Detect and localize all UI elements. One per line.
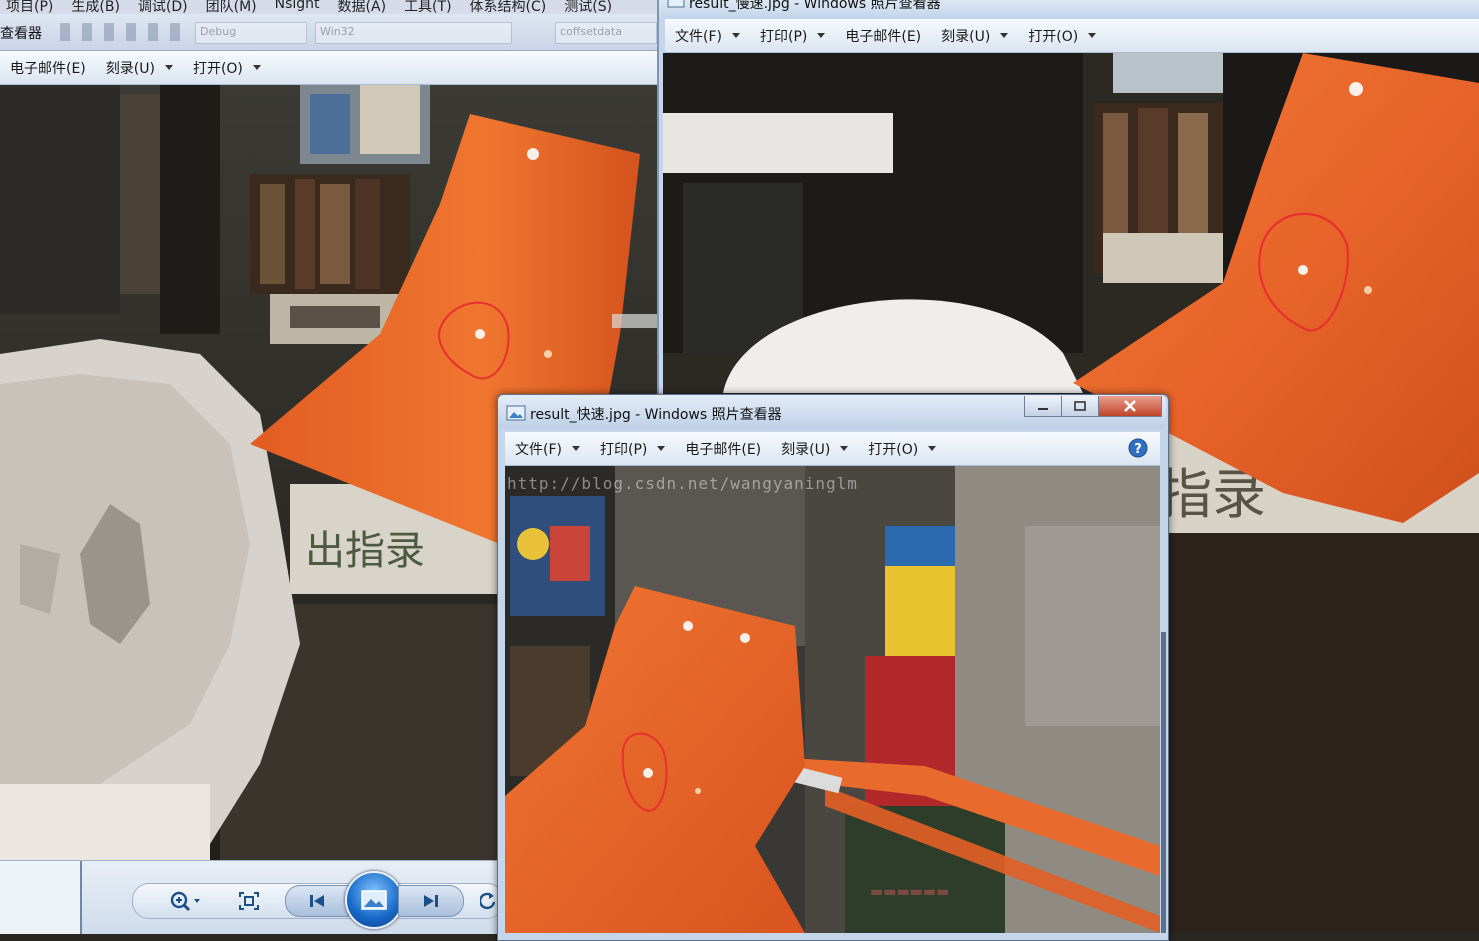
chevron-down-icon <box>840 446 849 451</box>
right-viewer-menu-item[interactable]: 电子邮件(E) <box>835 19 931 52</box>
vs-extra-field[interactable]: coffsetdata <box>555 22 657 44</box>
chevron-down-icon <box>571 446 580 451</box>
front-photo-canvas: ▬▬▬▬▬▬ http://blog.csdn.net/wangyaninglm <box>505 466 1160 933</box>
front-viewer-menu-item[interactable]: 电子邮件(E) <box>675 432 771 465</box>
chevron-down-icon <box>164 65 173 70</box>
slideshow-icon <box>361 890 387 910</box>
vs-menu-item[interactable]: 生成(B) <box>71 0 120 14</box>
front-viewer-menu-label: 打开(O) <box>868 441 919 458</box>
left-viewer-menu-item[interactable]: 电子邮件(E) <box>0 51 96 84</box>
maximize-icon <box>1074 401 1086 411</box>
front-viewer-menu-label: 打印(P) <box>599 441 648 458</box>
front-viewer-menu-item[interactable]: 打开(O) <box>858 432 946 465</box>
help-icon: ? <box>1128 438 1148 458</box>
right-viewer-menu-item[interactable]: 文件(F) <box>665 19 750 52</box>
next-icon <box>424 895 438 907</box>
previous-icon <box>310 895 324 907</box>
front-viewer-menu-item[interactable]: 文件(F) <box>505 432 590 465</box>
right-viewer-menu-label: 电子邮件(E) <box>845 28 922 45</box>
svg-text:▬▬▬▬▬▬: ▬▬▬▬▬▬ <box>870 884 949 900</box>
vs-extra-label: coffsetdata <box>560 25 622 38</box>
close-button[interactable] <box>1098 396 1162 417</box>
vs-toolbar-icons <box>60 23 180 41</box>
left-viewer-menu-item[interactable]: 打开(O) <box>183 51 271 84</box>
vs-menu-item[interactable]: 体系结构(C) <box>470 0 547 14</box>
front-photo: ▬▬▬▬▬▬ <box>505 466 1160 933</box>
right-viewer-menu-label: 打印(P) <box>759 28 808 45</box>
chevron-down-icon <box>252 65 261 70</box>
right-viewer-titlebar: result_慢速.jpg - Windows 照片查看器 <box>659 0 1479 18</box>
photo-viewer-window-icon <box>667 0 685 8</box>
thumbnail-strip <box>0 861 82 934</box>
vs-menu-item[interactable]: 调试(D) <box>138 0 188 14</box>
front-viewer-menu-label: 电子邮件(E) <box>685 441 762 458</box>
fit-window-button[interactable] <box>235 889 263 913</box>
chevron-down-icon <box>1000 33 1009 38</box>
front-viewer-title: result_快速.jpg - Windows 照片查看器 <box>530 407 782 423</box>
minimize-icon <box>1038 408 1048 410</box>
vs-platform-dropdown[interactable]: Win32 <box>315 22 512 44</box>
right-viewer-menu-item[interactable]: 刻录(U) <box>931 19 1018 52</box>
scrollbar-thumb[interactable] <box>1161 632 1166 933</box>
vs-config-dropdown[interactable]: Debug <box>195 22 307 44</box>
right-viewer-menu-item[interactable]: 打开(O) <box>1018 19 1106 52</box>
front-viewer-menu-item[interactable]: 打印(P) <box>590 432 675 465</box>
left-viewer-menubar: 电子邮件(E) 刻录(U) 打开(O) <box>0 51 657 85</box>
chevron-down-icon <box>928 446 937 451</box>
vs-menubar: 项目(P) 生成(B) 调试(D) 团队(M) Nsight 数据(A) 工具(T) 体系结构… <box>0 0 657 14</box>
left-viewer-menu-label: 刻录(U) <box>105 60 155 77</box>
zoom-icon <box>170 891 200 912</box>
vs-menu-item[interactable]: 工具(T) <box>404 0 451 14</box>
right-viewer-menubar: 文件(F) 打印(P) 电子邮件(E) 刻录(U) 打开(O) <box>665 19 1479 53</box>
watermark-text: http://blog.csdn.net/wangyaninglm <box>507 474 858 493</box>
rotate-button[interactable] <box>478 889 498 913</box>
vs-config-label: Debug <box>200 25 237 38</box>
chevron-down-icon <box>1088 33 1097 38</box>
left-viewer-title-fragment: 查看器 <box>0 26 42 42</box>
vs-menu-item[interactable]: 项目(P) <box>6 0 53 14</box>
chevron-down-icon <box>657 446 666 451</box>
front-viewer-scrollbar[interactable] <box>1160 466 1167 933</box>
svg-text:出指录: 出指录 <box>305 528 425 574</box>
close-icon <box>1124 400 1136 412</box>
photo-viewer-window-icon <box>506 405 526 421</box>
right-viewer-menu-label: 刻录(U) <box>941 28 991 45</box>
help-button[interactable]: ? <box>1127 437 1149 459</box>
next-button[interactable] <box>398 885 464 917</box>
maximize-button[interactable] <box>1061 396 1099 417</box>
fit-window-icon <box>239 892 259 910</box>
slideshow-button[interactable] <box>345 871 403 929</box>
minimize-button[interactable] <box>1024 396 1062 417</box>
left-viewer-controlbar <box>0 860 504 934</box>
right-viewer-menu-item[interactable]: 打印(P) <box>750 19 835 52</box>
vs-menu-item[interactable]: 团队(M) <box>206 0 257 14</box>
right-viewer-menu-label: 文件(F) <box>675 28 722 45</box>
vs-menu-item[interactable]: 测试(S) <box>564 0 612 14</box>
front-viewer-menu-label: 刻录(U) <box>781 441 831 458</box>
front-viewer-menubar: 文件(F) 打印(P) 电子邮件(E) 刻录(U) 打开(O) <box>505 432 1160 466</box>
right-viewer-title: result_慢速.jpg - Windows 照片查看器 <box>689 0 941 12</box>
chevron-down-icon <box>731 33 740 38</box>
zoom-button[interactable] <box>165 889 205 913</box>
vs-toolbar: 查看器 Debug Win32 coffsetdata <box>0 14 657 51</box>
vs-menu-item[interactable]: Nsight <box>275 0 320 14</box>
right-viewer-menu-label: 打开(O) <box>1028 28 1079 45</box>
vs-menu-item[interactable]: 数据(A) <box>338 0 387 14</box>
rotate-icon <box>480 892 496 910</box>
vs-platform-label: Win32 <box>320 25 355 38</box>
front-viewer-menu-item[interactable]: 刻录(U) <box>771 432 858 465</box>
previous-button[interactable] <box>285 885 349 917</box>
left-viewer-menu-label: 电子邮件(E) <box>10 60 86 77</box>
front-viewer-menu-label: 文件(F) <box>515 441 562 458</box>
chevron-down-icon <box>817 33 826 38</box>
left-viewer-menu-label: 打开(O) <box>192 60 243 77</box>
left-viewer-menu-item[interactable]: 刻录(U) <box>96 51 183 84</box>
svg-text:?: ? <box>1134 442 1142 457</box>
